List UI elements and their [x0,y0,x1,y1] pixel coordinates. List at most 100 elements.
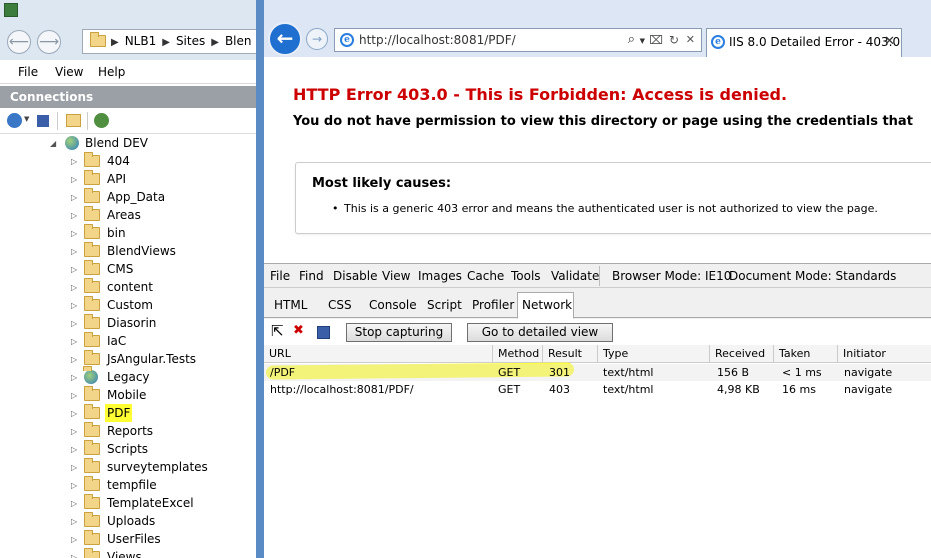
col-result[interactable]: Result [543,345,598,363]
tree-folder-label: BlendViews [107,244,176,258]
expand-icon[interactable]: ▷ [71,423,77,441]
expand-icon[interactable]: ▷ [71,459,77,477]
chevron-right-icon: ▶ [162,37,170,48]
expand-icon[interactable]: ▷ [71,225,77,243]
up-folder-icon[interactable] [66,114,81,127]
causes-bullet: This is a generic 403 error and means th… [332,202,878,215]
expand-icon[interactable]: ▷ [71,351,77,369]
tree-folder-label: Diasorin [107,316,157,330]
tree-folder-label: Views [107,550,142,558]
forward-arrow-icon[interactable]: ⟶ [37,30,61,54]
iis-manager-window: ⟵ ⟶ ▶ NLB1 ▶ Sites ▶ Blen File View Help Conn… [0,0,256,558]
tree-folder-label: Custom [107,298,153,312]
detailed-view-button[interactable]: Go to detailed view [467,323,613,342]
back-icon[interactable]: ← [268,22,302,56]
tab-network[interactable]: Network [522,298,572,312]
devtools-menu-item[interactable]: Cache [467,269,504,283]
tab-css[interactable]: CSS [328,298,352,312]
devtools-menu-item[interactable]: File [270,269,290,283]
address-text[interactable]: http://localhost:8081/PDF/ [359,33,516,47]
refresh-icon[interactable]: ↻ [669,29,679,51]
folder-icon [84,494,100,509]
connect-globe-icon[interactable] [7,113,22,128]
table-row[interactable]: /PDF GET 301 text/html 156 B < 1 ms navi… [264,364,931,381]
save-icon[interactable] [37,115,49,127]
connections-toolbar: ▼ [0,108,256,134]
causes-box: Most likely causes: This is a generic 40… [295,162,931,234]
col-received[interactable]: Received [710,345,774,363]
expand-icon[interactable]: ▷ [71,495,77,513]
ie-toolbar: ← → e http://localhost:8081/PDF/ ⌕ ▼ ⌧ ↻… [264,0,931,57]
search-icon[interactable]: ⌕ [628,29,635,51]
expand-icon[interactable]: ▷ [71,441,77,459]
tab-profiler[interactable]: Profiler [472,298,514,312]
window-divider [256,0,264,558]
clear-icon[interactable]: ✖ [293,323,304,338]
table-row[interactable]: http://localhost:8081/PDF/ GET 403 text/… [264,381,931,398]
expand-icon[interactable]: ▷ [71,549,77,558]
stop-capturing-button[interactable]: Stop capturing [346,323,452,342]
forward-icon[interactable]: → [306,28,328,50]
cell-method: GET [498,366,521,379]
expand-icon[interactable]: ▷ [71,243,77,261]
tab-console[interactable]: Console [369,298,417,312]
expand-icon[interactable]: ▷ [71,315,77,333]
iis-menu-bar: File View Help [0,60,256,84]
remove-connection-icon[interactable] [94,113,109,128]
folder-icon [84,440,100,455]
expand-icon[interactable]: ▷ [71,153,77,171]
folder-icon [84,206,100,221]
back-arrow-icon[interactable]: ⟵ [7,30,31,54]
devtools-menu-item[interactable]: Tools [511,269,541,283]
expand-icon[interactable]: ▷ [71,189,77,207]
breadcrumb-item[interactable]: Blen [225,34,252,48]
col-initiator[interactable]: Initiator [838,345,931,363]
expand-icon[interactable]: ▷ [71,477,77,495]
document-mode-menu[interactable]: Document Mode: Standards [729,269,896,283]
collapse-icon[interactable]: ◢ [50,135,56,153]
devtools-menu-item[interactable]: Find [299,269,324,283]
menu-help[interactable]: Help [98,65,125,79]
expand-icon[interactable]: ▷ [71,279,77,297]
dropdown-arrow-icon[interactable]: ▼ [640,30,645,52]
expand-icon[interactable]: ▷ [71,261,77,279]
breadcrumb-item[interactable]: NLB1 [125,34,157,48]
browser-tab[interactable]: e IIS 8.0 Detailed Error - 403.0 ... ✕ [706,28,902,57]
menu-file[interactable]: File [18,65,38,79]
folder-icon [84,188,100,203]
browser-mode-menu[interactable]: Browser Mode: IE10 [612,269,731,283]
stop-icon[interactable]: ✕ [686,29,695,51]
expand-icon[interactable]: ▷ [71,513,77,531]
expand-icon[interactable]: ▷ [71,369,77,387]
iis-app-icon [4,3,18,17]
tab-script[interactable]: Script [427,298,462,312]
address-bar[interactable]: e http://localhost:8081/PDF/ ⌕ ▼ ⌧ ↻ ✕ [334,28,702,52]
expand-icon[interactable]: ▷ [71,207,77,225]
dropdown-arrow-icon[interactable]: ▼ [24,115,29,123]
toolbar-divider [57,112,58,130]
expand-icon[interactable]: ▷ [71,405,77,423]
devtools-menu-item[interactable]: View [382,269,410,283]
col-taken[interactable]: Taken [774,345,838,363]
menu-view[interactable]: View [55,65,83,79]
expand-icon[interactable]: ▷ [71,531,77,549]
devtools-menu-item[interactable]: Images [418,269,462,283]
col-method[interactable]: Method [493,345,543,363]
breadcrumb-item[interactable]: Sites [176,34,205,48]
compatibility-icon[interactable]: ⌧ [649,29,663,51]
folder-icon [84,350,100,365]
tab-html[interactable]: HTML [274,298,307,312]
cell-initiator: navigate [844,383,893,396]
devtools-menu-item[interactable]: Validate [551,269,599,283]
iis-address-bar[interactable]: ▶ NLB1 ▶ Sites ▶ Blen [82,29,256,54]
select-element-icon[interactable]: ⇱ [271,322,284,340]
expand-icon[interactable]: ▷ [71,171,77,189]
col-type[interactable]: Type [598,345,710,363]
expand-icon[interactable]: ▷ [71,297,77,315]
col-url[interactable]: URL [264,345,493,363]
expand-icon[interactable]: ▷ [71,333,77,351]
expand-icon[interactable]: ▷ [71,387,77,405]
close-tab-icon[interactable]: ✕ [884,29,895,55]
devtools-menu-item[interactable]: Disable [333,269,378,283]
save-icon[interactable] [317,326,330,339]
